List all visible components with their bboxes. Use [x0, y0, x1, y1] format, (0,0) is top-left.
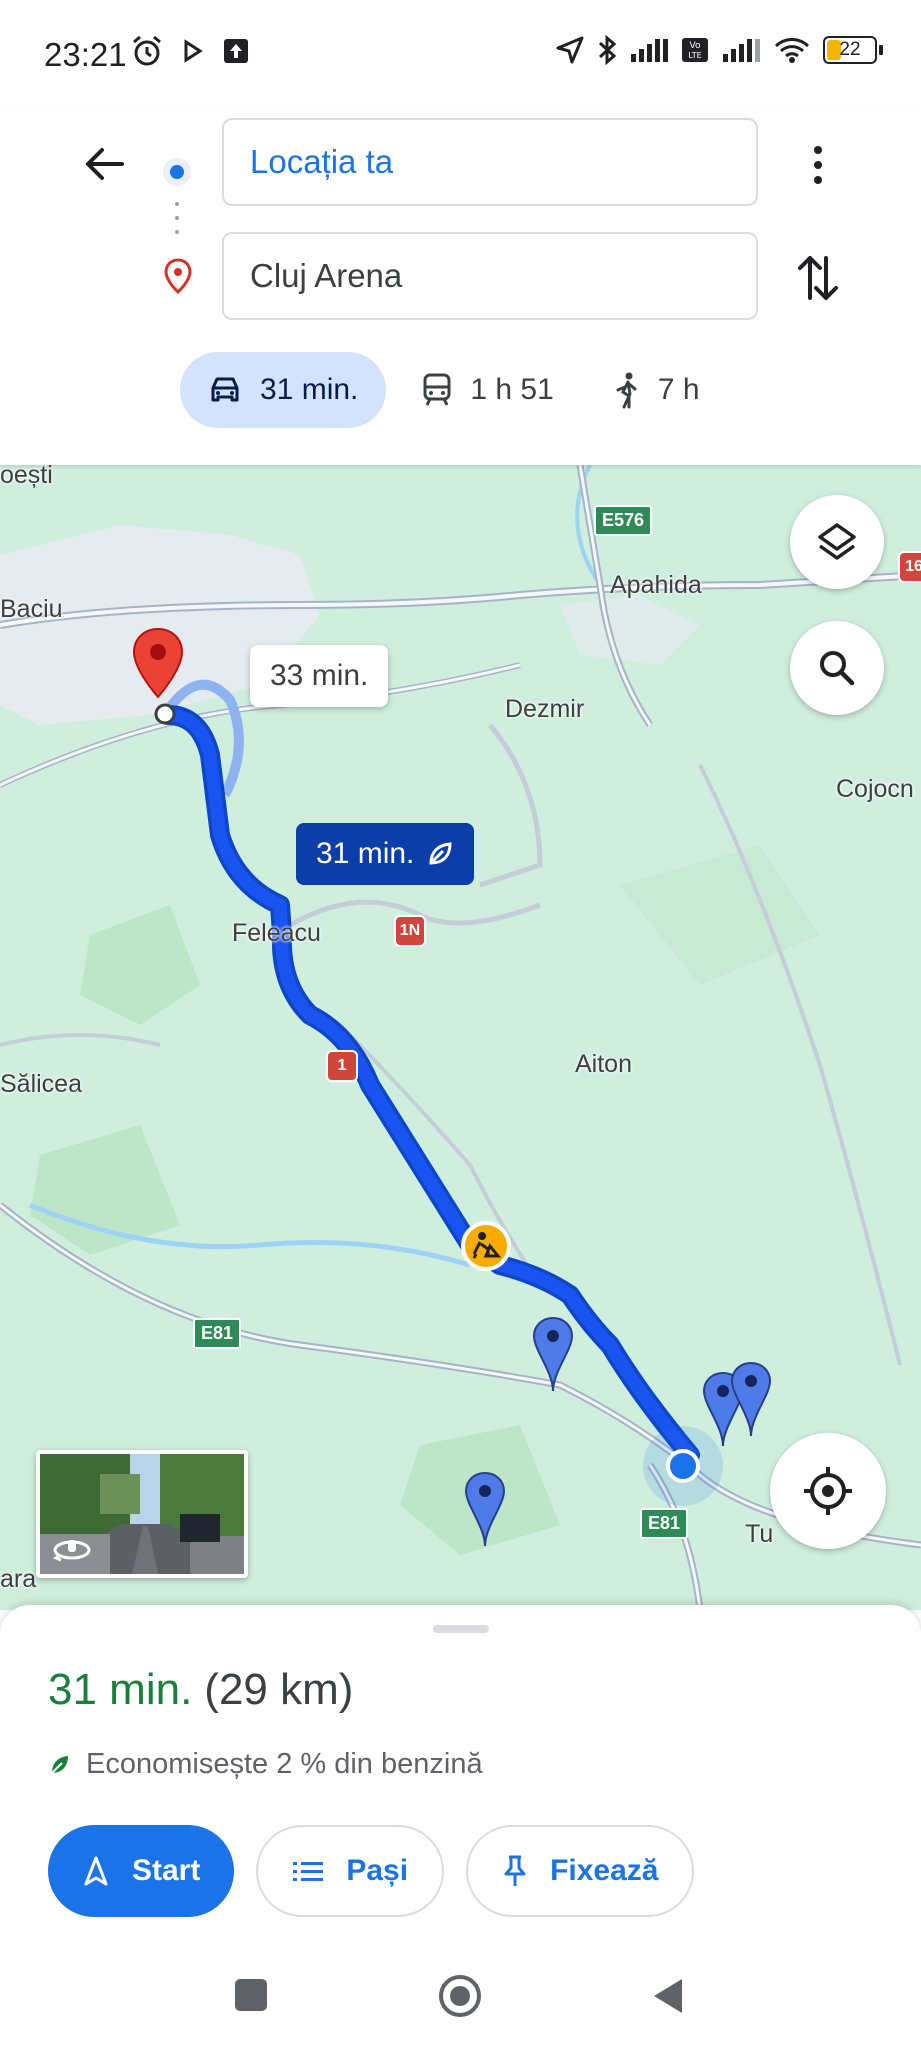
sheet-drag-handle[interactable] — [433, 1625, 489, 1633]
steps-button-label: Pași — [346, 1854, 409, 1887]
mode-walking-label: 7 h — [657, 373, 700, 406]
walk-icon — [616, 372, 637, 409]
svg-text:LTE: LTE — [688, 51, 701, 60]
wifi-icon — [774, 38, 810, 63]
battery-level: 22 — [839, 39, 861, 60]
place-label: Sălicea — [0, 1070, 82, 1098]
recents-icon[interactable] — [232, 1976, 270, 2014]
system-nav-bar — [0, 1952, 921, 2047]
place-label: ara — [0, 1565, 37, 1593]
start-button-label: Start — [132, 1854, 201, 1887]
road-shield: 1N — [394, 915, 426, 947]
place-marker-icon[interactable] — [462, 1470, 508, 1550]
layers-button[interactable] — [790, 495, 884, 589]
eco-note: Economisește 2 % din benzină — [48, 1748, 483, 1781]
upload-icon — [224, 39, 248, 63]
place-label: oești — [0, 465, 53, 489]
back-arrow-icon[interactable] — [78, 138, 130, 190]
place-marker-icon[interactable] — [728, 1360, 774, 1440]
map-view[interactable]: oești Baciu Apahida Dezmir Cojocn Feleac… — [0, 465, 921, 1610]
route-dots-icon — [175, 202, 179, 252]
road-shield: 16 — [898, 551, 921, 583]
car-icon — [211, 377, 239, 402]
place-label: Aiton — [575, 1050, 632, 1078]
360-rotate-icon — [52, 1540, 91, 1562]
route-distance: (29 km) — [204, 1665, 354, 1714]
mode-driving-label: 31 min. — [260, 373, 359, 406]
status-time: 23:21 — [44, 36, 127, 73]
road-shield: E81 — [640, 1508, 689, 1539]
train-icon — [423, 373, 451, 406]
road-shield: E81 — [193, 1318, 242, 1349]
swap-icon[interactable] — [794, 250, 842, 306]
pin-icon — [504, 1855, 526, 1886]
eco-note-text: Economisește 2 % din benzină — [86, 1748, 483, 1780]
steps-button[interactable]: Pași — [256, 1825, 445, 1917]
leaf-icon — [429, 842, 452, 865]
main-route-time-label: 31 min. — [316, 837, 415, 870]
back-icon[interactable] — [650, 1976, 686, 2016]
search-icon — [820, 651, 855, 686]
navigation-arrow-icon — [84, 1856, 108, 1886]
main-route-time[interactable]: 31 min. — [296, 823, 475, 885]
signal-icon — [723, 39, 760, 62]
destination-field[interactable]: Cluj Arena — [222, 232, 758, 320]
svg-text:Vo: Vo — [690, 41, 701, 51]
layers-icon — [818, 523, 856, 560]
mode-transit-label: 1 h 51 — [470, 373, 554, 406]
play-icon — [184, 39, 203, 63]
destination-pin-icon — [164, 258, 192, 294]
alt-route-time[interactable]: 33 min. — [250, 645, 389, 707]
current-location-icon — [666, 1449, 700, 1483]
crosshair-icon — [804, 1467, 852, 1515]
battery-icon: 22 — [823, 36, 883, 64]
place-label: Tu — [745, 1520, 774, 1548]
road-shield: 1 — [326, 1050, 358, 1082]
sheet-actions: Start Pași Fixează — [48, 1825, 716, 1917]
status-bar: 23:21 Vo LTE 22 — [0, 0, 921, 110]
pin-button-label: Fixează — [550, 1854, 659, 1887]
bluetooth-icon — [598, 34, 617, 66]
mode-driving[interactable]: 31 min. — [180, 352, 387, 428]
more-options-icon[interactable] — [800, 140, 836, 190]
search-along-route-button[interactable] — [790, 621, 884, 715]
location-arrow-icon — [556, 36, 584, 64]
leaf-icon — [51, 1755, 68, 1774]
home-icon[interactable] — [436, 1972, 484, 2020]
list-icon — [293, 1862, 324, 1881]
place-label: Apahida — [610, 571, 702, 599]
place-marker-icon[interactable] — [530, 1315, 576, 1395]
destination-marker-icon[interactable] — [128, 625, 188, 725]
signal-icon — [631, 39, 668, 62]
mode-walking[interactable]: 7 h — [590, 352, 724, 428]
place-label: Feleacu — [232, 919, 321, 947]
route-summary: 31 min. (29 km) — [48, 1665, 353, 1715]
mode-transit[interactable]: 1 h 51 — [398, 352, 577, 428]
place-label: Cojocn — [836, 775, 914, 803]
street-view-thumbnail[interactable] — [36, 1450, 248, 1578]
pin-button[interactable]: Fixează — [466, 1825, 695, 1917]
route-duration: 31 min. — [48, 1665, 193, 1714]
place-label: Dezmir — [505, 695, 585, 723]
directions-header: Locația ta Cluj Arena 31 min. 1 h 51 7 h — [0, 110, 921, 465]
roadwork-icon[interactable] — [460, 1220, 512, 1272]
start-button[interactable]: Start — [48, 1825, 235, 1917]
origin-field[interactable]: Locația ta — [222, 118, 758, 206]
recenter-button[interactable] — [770, 1433, 886, 1549]
alarm-icon — [133, 35, 161, 66]
travel-modes: 31 min. 1 h 51 7 h — [180, 352, 736, 428]
place-label: Baciu — [0, 595, 63, 623]
origin-dot-icon — [163, 158, 191, 186]
volte-icon: VoLTE — [682, 38, 708, 62]
road-shield: E576 — [594, 505, 653, 536]
